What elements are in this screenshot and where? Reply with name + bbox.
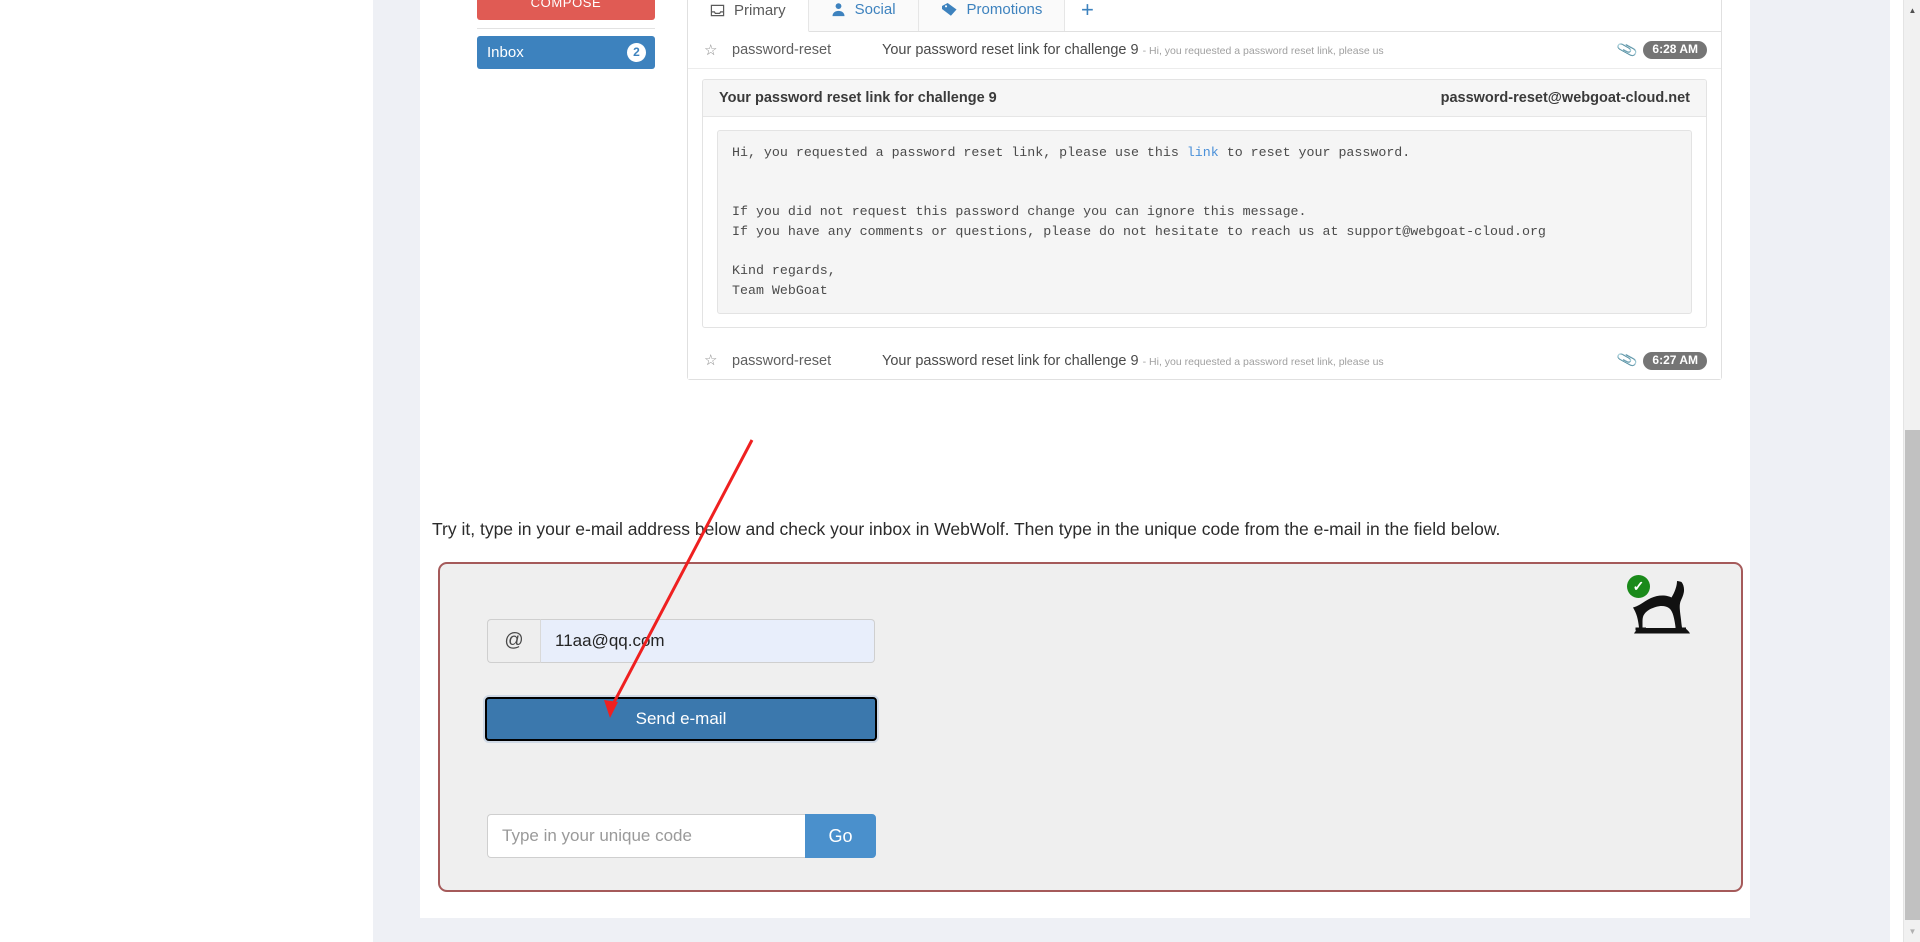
unique-code-group: Go xyxy=(487,814,876,858)
sidebar-item-inbox[interactable]: Inbox 2 xyxy=(477,36,655,69)
mail-body-rest: If you did not request this password cha… xyxy=(732,204,1546,298)
paperclip-icon: 📎 xyxy=(1615,38,1639,62)
mail-detail-from: password-reset@webgoat-cloud.net xyxy=(1440,90,1690,106)
paperclip-icon: 📎 xyxy=(1615,349,1639,373)
assignment-form: ✓ @ Send e-mail Go xyxy=(438,562,1743,892)
mail-detail-header: Your password reset link for challenge 9… xyxy=(703,80,1706,117)
email-input[interactable] xyxy=(540,619,875,663)
tab-primary[interactable]: Primary xyxy=(688,0,809,32)
scroll-down-arrow[interactable]: ▼ xyxy=(1904,923,1920,940)
mail-subject: Your password reset link for challenge 9 xyxy=(882,352,1139,369)
mail-row-meta: 📎 6:27 AM xyxy=(1606,349,1707,373)
tag-icon xyxy=(941,2,958,17)
mail-time: 6:27 AM xyxy=(1643,351,1707,370)
check-circle-icon: ✓ xyxy=(1627,575,1650,598)
scrollbar-thumb[interactable] xyxy=(1905,430,1920,920)
mail-body-line1-post: to reset your password. xyxy=(1218,145,1411,160)
tab-social[interactable]: Social xyxy=(808,0,919,31)
tab-promotions[interactable]: Promotions xyxy=(918,0,1066,31)
reset-link[interactable]: link xyxy=(1187,145,1219,160)
left-gutter xyxy=(0,0,373,942)
mail-snippet: - Hi, you requested a password reset lin… xyxy=(1142,355,1384,368)
mail-sender: password-reset xyxy=(732,42,832,58)
mail-subject-cell: Your password reset link for challenge 9… xyxy=(882,353,1606,369)
unique-code-input[interactable] xyxy=(487,814,805,858)
person-icon xyxy=(831,2,846,17)
webwolf-logo: ✓ xyxy=(1627,575,1695,638)
mail-row-meta: 📎 6:28 AM xyxy=(1606,38,1707,62)
mail-sidebar: COMPOSE Inbox 2 xyxy=(477,0,655,69)
mail-sender: password-reset xyxy=(732,352,832,369)
sidebar-divider xyxy=(477,28,655,29)
lesson-instruction: Try it, type in your e-mail address belo… xyxy=(432,519,1501,539)
inbox-icon xyxy=(710,3,725,18)
email-input-group: @ xyxy=(487,619,875,663)
lesson-content-card: COMPOSE Inbox 2 Primary Social Promotion… xyxy=(420,0,1750,918)
mail-snippet: - Hi, you requested a password reset lin… xyxy=(1142,45,1384,57)
bottom-pale-strip xyxy=(373,918,1890,942)
star-icon[interactable]: ☆ xyxy=(704,43,722,58)
mail-detail-title: Your password reset link for challenge 9 xyxy=(719,90,997,106)
send-email-button[interactable]: Send e-mail xyxy=(485,697,877,741)
mail-subject-cell: Your password reset link for challenge 9… xyxy=(882,42,1606,58)
scroll-up-arrow[interactable]: ▲ xyxy=(1904,2,1920,19)
tab-social-label: Social xyxy=(854,1,896,18)
inbox-unread-badge: 2 xyxy=(627,43,646,62)
tab-primary-label: Primary xyxy=(734,1,786,19)
inbox-label: Inbox xyxy=(487,44,524,61)
right-pale-strip xyxy=(1750,0,1890,942)
mail-row[interactable]: ☆ password-reset Your password reset lin… xyxy=(688,342,1721,380)
star-icon[interactable]: ☆ xyxy=(704,353,722,368)
vertical-scrollbar[interactable]: ▲ ▼ xyxy=(1903,0,1920,942)
mail-detail-body: Hi, you requested a password reset link,… xyxy=(717,130,1692,315)
mail-tabs: Primary Social Promotions + xyxy=(688,0,1721,32)
mail-subject: Your password reset link for challenge 9 xyxy=(882,42,1139,58)
mail-main-panel: Primary Social Promotions + ☆ password-r… xyxy=(687,0,1722,381)
go-button[interactable]: Go xyxy=(805,814,876,858)
left-pale-strip xyxy=(373,0,420,942)
add-tab-button[interactable]: + xyxy=(1065,0,1109,31)
mail-time: 6:28 AM xyxy=(1643,40,1707,60)
mail-detail-panel: Your password reset link for challenge 9… xyxy=(702,79,1707,329)
tab-promotions-label: Promotions xyxy=(966,1,1043,18)
page-root: COMPOSE Inbox 2 Primary Social Promotion… xyxy=(0,0,1920,942)
at-symbol-icon: @ xyxy=(487,619,540,663)
compose-button[interactable]: COMPOSE xyxy=(477,0,655,20)
mail-row[interactable]: ☆ password-reset Your password reset lin… xyxy=(688,32,1721,69)
mail-body-line1-pre: Hi, you requested a password reset link,… xyxy=(732,145,1187,160)
